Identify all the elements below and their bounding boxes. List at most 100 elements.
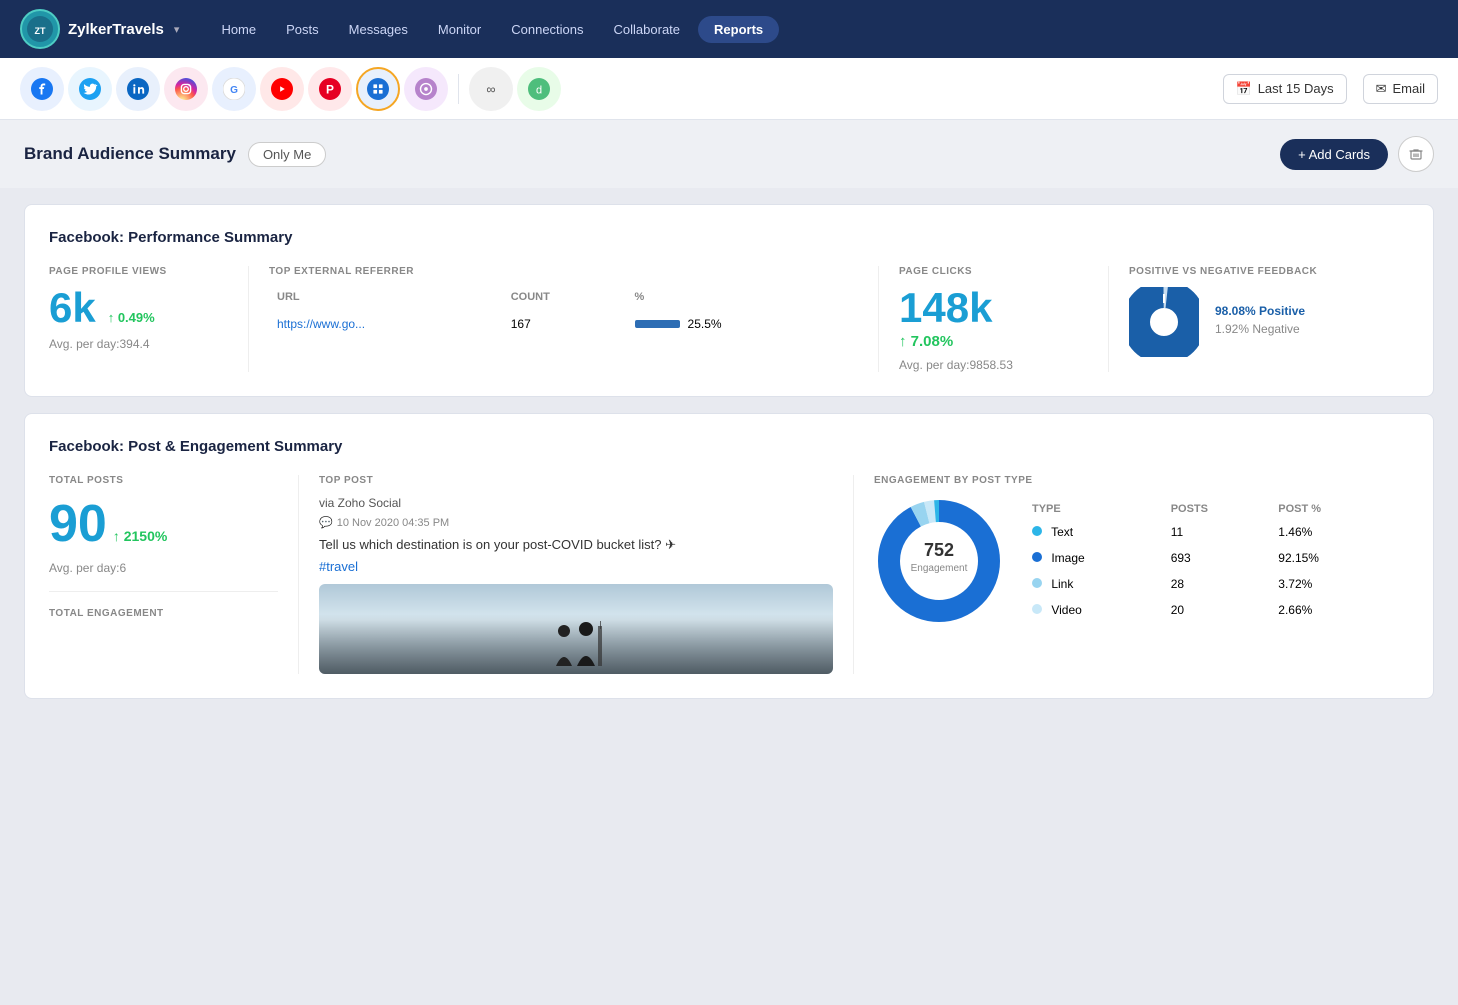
page-title: Brand Audience Summary [24,144,236,164]
pie-container: 98.08% Positive 1.92% Negative [1129,287,1389,357]
svg-text:ZT: ZT [35,26,46,36]
eng-posts-video: 20 [1163,597,1271,623]
page-header: Brand Audience Summary Only Me + Add Car… [0,120,1458,188]
page-title-row: Brand Audience Summary Only Me [24,142,326,167]
svg-text:d: d [536,84,542,96]
social-check[interactable]: d [517,67,561,111]
total-posts-value: 90 [49,496,107,553]
header-actions: + Add Cards [1280,136,1434,172]
social-bar-right: 📅 Last 15 Days ✉ Email [1223,74,1438,104]
delete-button[interactable] [1398,136,1434,172]
social-all[interactable] [356,67,400,111]
svg-text:∞: ∞ [486,81,495,96]
navbar: ZT ZylkerTravels ▾ Home Posts Messages M… [0,0,1458,58]
add-cards-button[interactable]: + Add Cards [1280,139,1388,170]
svg-text:G: G [230,85,238,96]
nav-monitor[interactable]: Monitor [426,16,493,43]
email-icon: ✉ [1376,81,1387,97]
silhouette-icon [536,616,616,666]
social-linkedin[interactable] [116,67,160,111]
donut-total: 752 [924,540,954,560]
social-instagram[interactable] [164,67,208,111]
eng-type-link: Link [1024,571,1163,597]
table-row: Link 28 3.72% [1024,571,1389,597]
page-profile-views-section: PAGE PROFILE VIEWS 6k ↑ 0.49% Avg. per d… [49,266,249,372]
engagement-type-table: TYPE POSTS POST % Text [1024,499,1389,623]
table-row: Image 693 92.15% [1024,545,1389,571]
nav-links: Home Posts Messages Monitor Connections … [209,16,1438,43]
positive-pct: 98.08% Positive [1215,304,1305,318]
social-google[interactable]: G [212,67,256,111]
top-post-label: TOP POST [319,475,833,486]
ref-url-link[interactable]: https://www.go... [277,317,365,331]
positive-legend: 98.08% Positive [1215,304,1305,318]
negative-pct: 1.92% Negative [1215,322,1300,336]
eng-type-text: Text [1024,519,1163,545]
top-post-via: via Zoho Social [319,496,833,510]
performance-title: Facebook: Performance Summary [49,229,1409,246]
eng-pct-video: 2.66% [1270,597,1389,623]
nav-reports[interactable]: Reports [698,16,779,43]
nav-messages[interactable]: Messages [337,16,420,43]
negative-legend: 1.92% Negative [1215,322,1305,336]
eng-type-video: Video [1024,597,1163,623]
brand[interactable]: ZT ZylkerTravels ▾ [20,9,179,49]
eng-pct-image: 92.15% [1270,545,1389,571]
post-type-label: ENGAGEMENT BY POST TYPE [874,475,1389,486]
table-row: https://www.go... 167 25.5% [269,311,858,337]
nav-collaborate[interactable]: Collaborate [602,16,693,43]
email-button[interactable]: ✉ Email [1363,74,1438,104]
top-post-hashtag: #travel [319,559,833,574]
only-me-badge[interactable]: Only Me [248,142,326,167]
social-bar: G P ∞ d 📅 Last 15 Days [0,58,1458,120]
eng-pct-text: 1.46% [1270,519,1389,545]
page-clicks-label: PAGE CLICKS [899,266,1088,277]
top-post-section: TOP POST via Zoho Social 💬 10 Nov 2020 0… [299,475,854,674]
ref-bar [635,320,680,328]
message-icon: 💬 [319,516,333,529]
donut-subtitle: Engagement [911,563,968,574]
ref-col-url: URL [269,287,503,311]
nav-connections[interactable]: Connections [499,16,595,43]
calendar-icon: 📅 [1236,81,1252,97]
main-content: Facebook: Performance Summary PAGE PROFI… [0,188,1458,715]
feedback-section: POSITIVE VS NEGATIVE FEEDBACK [1109,266,1409,372]
eng-type-image: Image [1024,545,1163,571]
page-clicks-section: PAGE CLICKS 148k ↑ 7.08% Avg. per day:98… [879,266,1109,372]
nav-home[interactable]: Home [209,16,268,43]
social-extra1[interactable] [404,67,448,111]
social-facebook[interactable] [20,67,64,111]
total-posts-avg: Avg. per day:6 [49,561,278,575]
table-row: Text 11 1.46% [1024,519,1389,545]
social-chain[interactable]: ∞ [469,67,513,111]
text-dot [1032,526,1042,536]
email-label: Email [1392,81,1425,96]
eng-posts-link: 28 [1163,571,1271,597]
svg-text:P: P [326,82,334,96]
social-pinterest[interactable]: P [308,67,352,111]
total-posts-label: TOTAL POSTS [49,475,278,486]
page-profile-views-change: ↑ 0.49% [108,310,155,325]
nav-posts[interactable]: Posts [274,16,331,43]
top-referrer-section: TOP EXTERNAL REFERRER URL COUNT % https:… [249,266,879,372]
date-filter[interactable]: 📅 Last 15 Days [1223,74,1347,104]
link-dot [1032,578,1042,588]
page-clicks-avg: Avg. per day:9858.53 [899,358,1088,372]
ref-col-count: COUNT [503,287,627,311]
engagement-grid: TOTAL POSTS 90 ↑ 2150% Avg. per day:6 TO… [49,475,1409,674]
feedback-label: POSITIVE VS NEGATIVE FEEDBACK [1129,266,1389,277]
social-twitter[interactable] [68,67,112,111]
eng-posts-image: 693 [1163,545,1271,571]
brand-chevron: ▾ [174,23,180,36]
video-dot [1032,604,1042,614]
donut-wrap: 752 Engagement TYPE POSTS POST % [874,496,1389,626]
social-youtube[interactable] [260,67,304,111]
engagement-card: Facebook: Post & Engagement Summary TOTA… [24,413,1434,699]
brand-name: ZylkerTravels [68,21,164,38]
brand-logo: ZT [20,9,60,49]
image-dot [1032,552,1042,562]
page-profile-views-value: 6k [49,287,96,329]
page-profile-views-avg: Avg. per day:394.4 [49,337,228,351]
ref-pct: 25.5% [688,317,722,331]
top-post-text: Tell us which destination is on your pos… [319,537,833,553]
